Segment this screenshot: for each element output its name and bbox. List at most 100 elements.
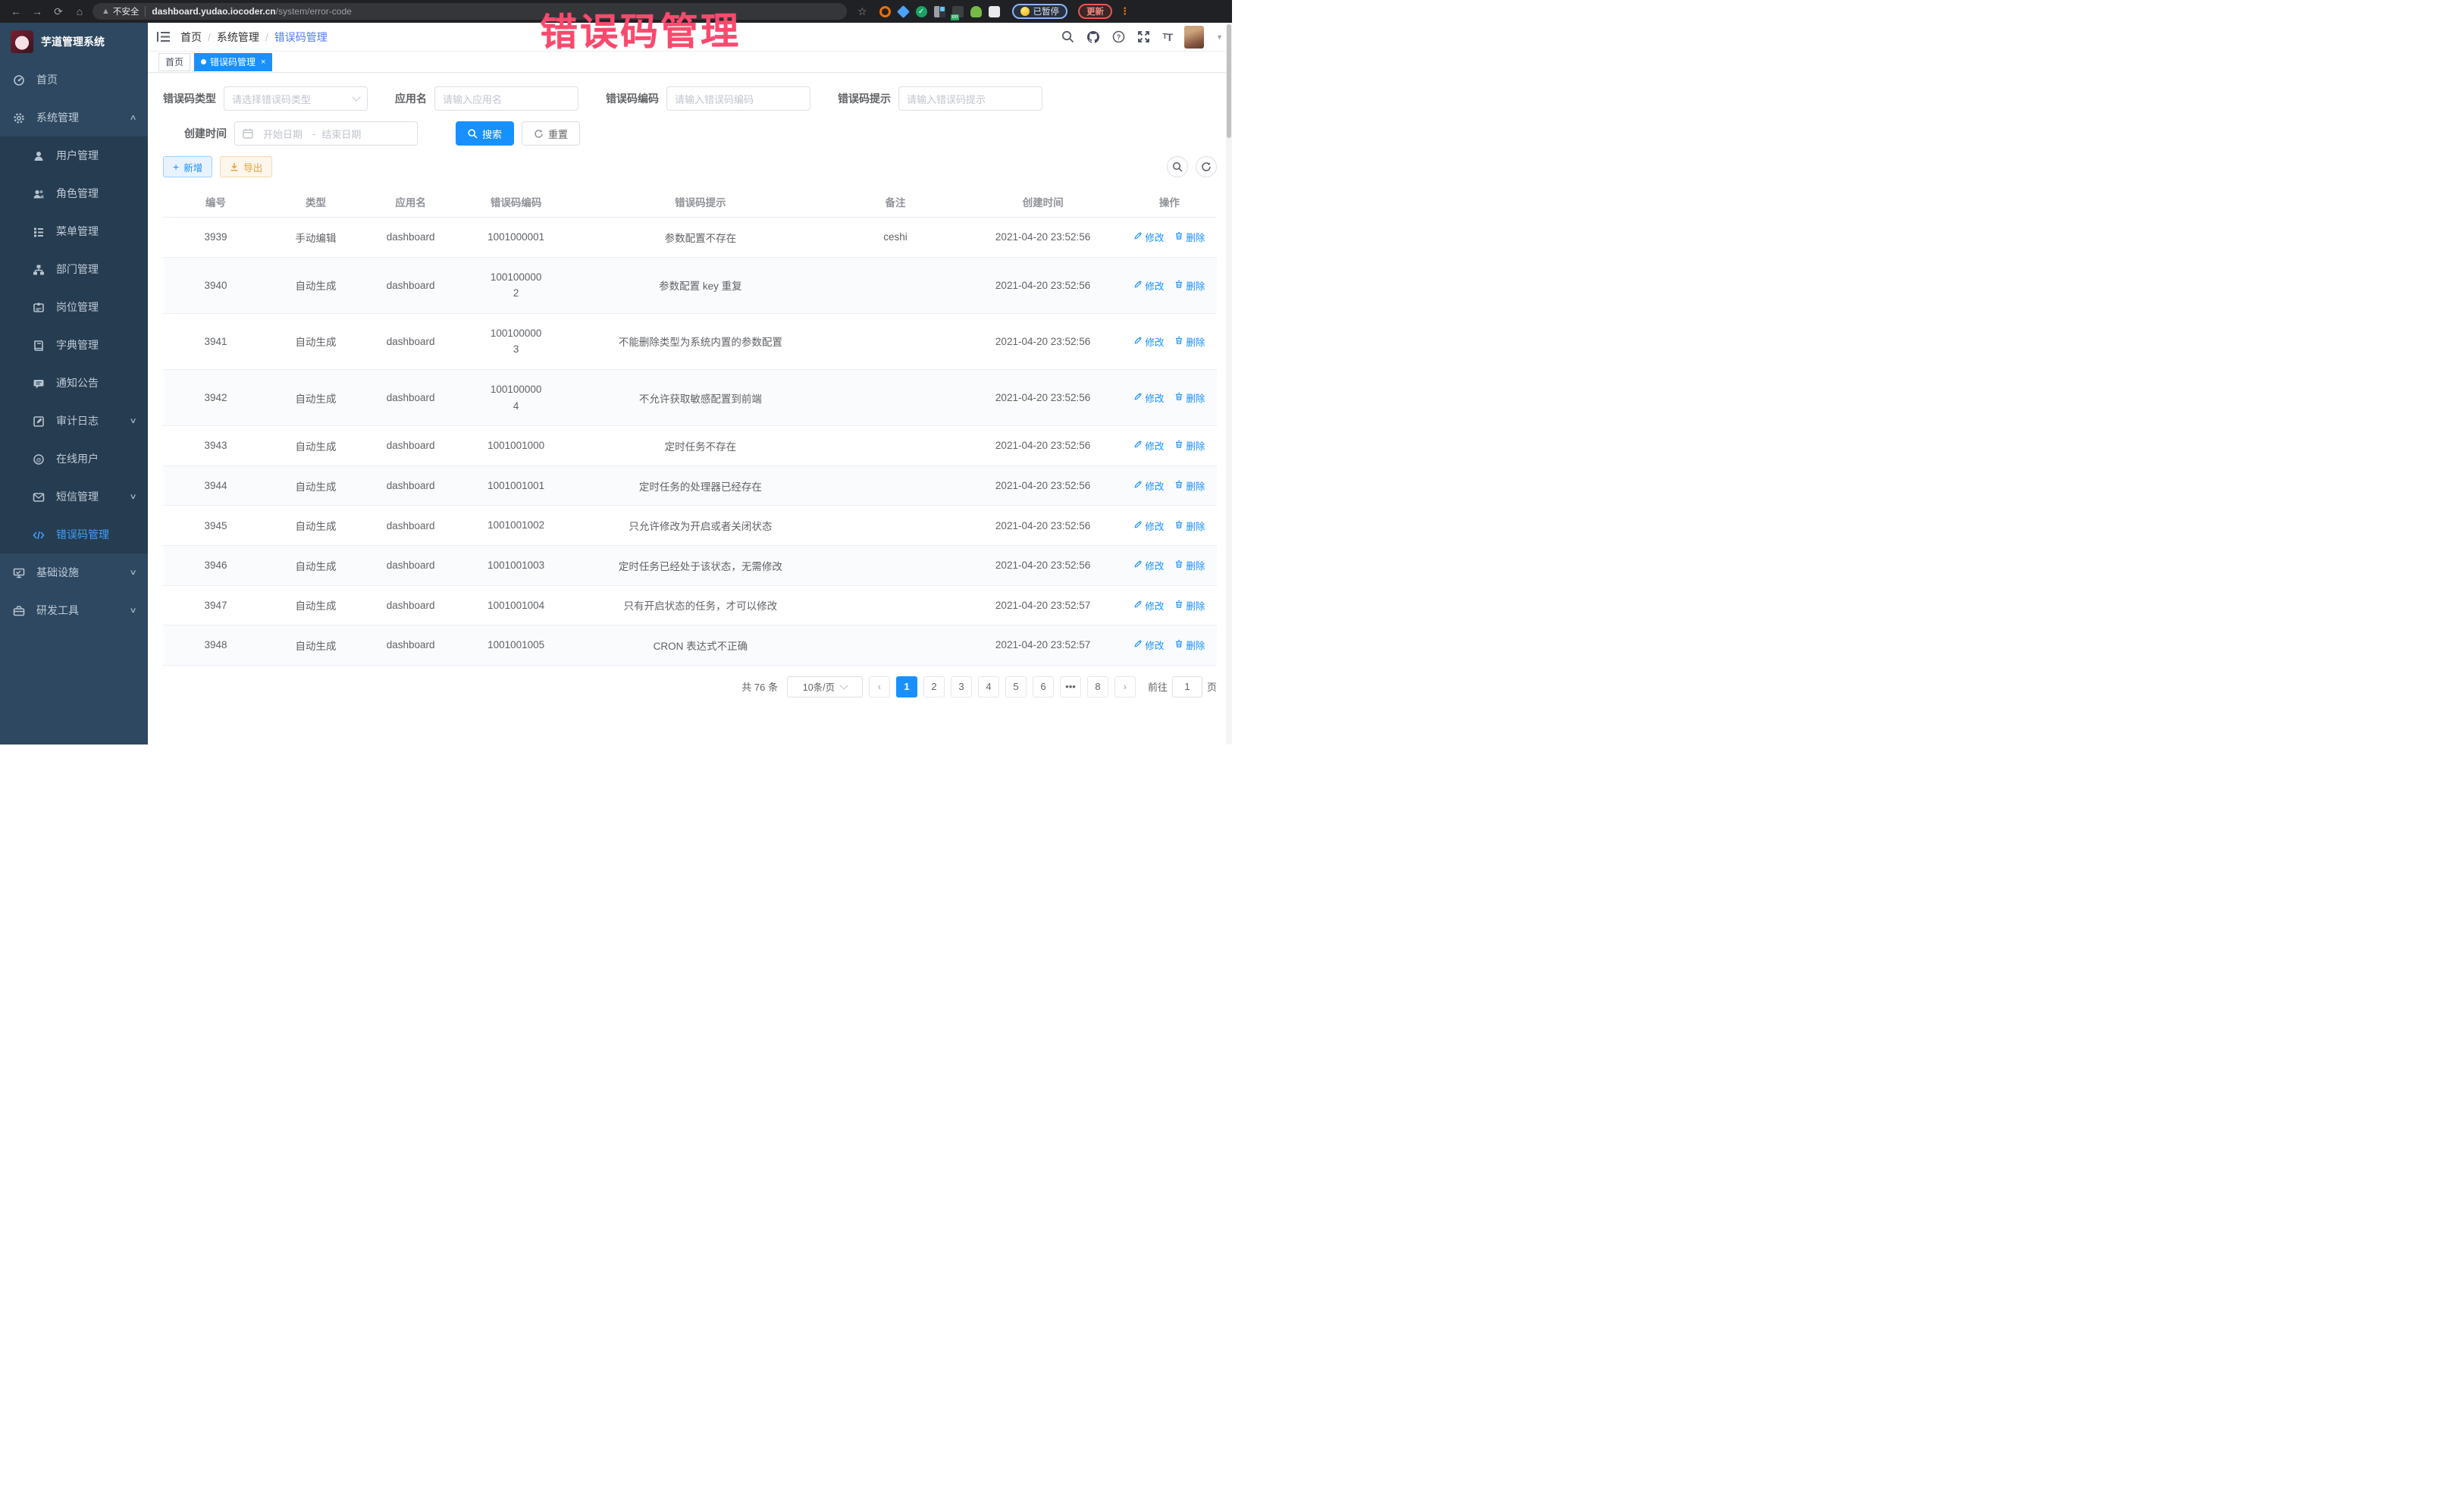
sidebar-item-审计日志[interactable]: 审计日志∨ xyxy=(0,402,148,440)
delete-link[interactable]: 删除 xyxy=(1174,519,1205,533)
bookmark-star-icon[interactable]: ☆ xyxy=(857,5,867,18)
select-错误码类型[interactable]: 请选择错误码类型 xyxy=(224,86,368,111)
search-icon[interactable] xyxy=(1061,30,1074,43)
edit-icon xyxy=(1133,560,1143,571)
end-date-placeholder[interactable]: 结束日期 xyxy=(321,127,361,141)
help-icon[interactable]: ? xyxy=(1112,30,1125,43)
page-scrollbar[interactable] xyxy=(1226,23,1232,744)
app-logo[interactable]: 芋道管理系统 xyxy=(0,23,148,61)
breadcrumb-item[interactable]: 系统管理 xyxy=(217,30,259,45)
page-button-8[interactable]: 8 xyxy=(1087,676,1108,697)
sidebar-item-研发工具[interactable]: 研发工具∨ xyxy=(0,591,148,629)
cell-id: 3945 xyxy=(163,506,268,546)
delete-link[interactable]: 删除 xyxy=(1174,390,1205,405)
edit-link[interactable]: 修改 xyxy=(1133,638,1164,652)
cell-actions: 修改删除 xyxy=(1122,426,1217,466)
delete-link[interactable]: 删除 xyxy=(1174,230,1205,244)
sidebar-item-首页[interactable]: 首页 xyxy=(0,61,148,99)
sidebar-item-系统管理[interactable]: 系统管理∧ xyxy=(0,99,148,136)
page-button-2[interactable]: 2 xyxy=(923,676,945,697)
start-date-placeholder[interactable]: 开始日期 xyxy=(259,127,306,141)
tab-首页[interactable]: 首页 xyxy=(158,53,190,71)
page-button-1[interactable]: 1 xyxy=(896,676,917,697)
edit-link[interactable]: 修改 xyxy=(1133,230,1164,244)
search-button[interactable]: 搜索 xyxy=(456,121,514,146)
orange-donut-extension-icon[interactable] xyxy=(879,6,891,17)
hamburger-icon[interactable] xyxy=(157,31,170,42)
input-错误码提示[interactable]: 请输入错误码提示 xyxy=(898,86,1042,111)
sidebar-item-角色管理[interactable]: 角色管理 xyxy=(0,174,148,212)
back-icon[interactable]: ← xyxy=(8,3,24,20)
edit-link[interactable]: 修改 xyxy=(1133,334,1164,349)
sidebar-item-部门管理[interactable]: 部门管理 xyxy=(0,250,148,288)
delete-link[interactable]: 删除 xyxy=(1174,438,1205,453)
delete-link[interactable]: 删除 xyxy=(1174,478,1205,493)
toggle-search-button[interactable] xyxy=(1167,156,1188,177)
cell-code: 1001001004 xyxy=(458,585,574,625)
export-button[interactable]: 导出 xyxy=(220,156,272,177)
goto-page-input[interactable]: 1 xyxy=(1172,676,1202,697)
prev-page-button[interactable]: ‹ xyxy=(869,676,890,697)
cell-message: CRON 表达式不正确 xyxy=(574,625,827,666)
next-page-button[interactable]: › xyxy=(1114,676,1136,697)
add-button[interactable]: +新增 xyxy=(163,156,212,177)
scrollbar-thumb[interactable] xyxy=(1227,24,1231,138)
breadcrumb-item[interactable]: 首页 xyxy=(180,30,202,45)
edit-link[interactable]: 修改 xyxy=(1133,598,1164,613)
delete-link[interactable]: 删除 xyxy=(1174,558,1205,572)
sidebar-item-基础设施[interactable]: 基础设施∨ xyxy=(0,553,148,591)
edit-link[interactable]: 修改 xyxy=(1133,438,1164,453)
forward-icon[interactable]: → xyxy=(29,3,45,20)
cell-app: dashboard xyxy=(363,585,458,625)
avatar[interactable] xyxy=(1184,26,1204,49)
page-size-select[interactable]: 10条/页 xyxy=(787,676,863,697)
not-secure-warning[interactable]: ▲不安全 xyxy=(102,5,139,17)
font-size-icon[interactable]: TT xyxy=(1162,31,1172,43)
home-icon[interactable]: ⌂ xyxy=(71,3,88,20)
edit-link[interactable]: 修改 xyxy=(1133,278,1164,293)
chrome-update-button[interactable]: 更新 xyxy=(1078,4,1112,19)
delete-link[interactable]: 删除 xyxy=(1174,334,1205,349)
dark-on-extension-icon[interactable] xyxy=(952,6,964,17)
reload-icon[interactable]: ⟳ xyxy=(50,3,67,20)
edit-link[interactable]: 修改 xyxy=(1133,519,1164,533)
tab-错误码管理[interactable]: 错误码管理× xyxy=(194,53,272,71)
green-key-extension-icon[interactable] xyxy=(970,6,982,17)
sidebar-item-短信管理[interactable]: 短信管理∨ xyxy=(0,478,148,516)
github-icon[interactable] xyxy=(1086,30,1100,44)
sidebar-item-岗位管理[interactable]: 岗位管理 xyxy=(0,288,148,326)
sidebar-item-字典管理[interactable]: 字典管理 xyxy=(0,326,148,364)
delete-link[interactable]: 删除 xyxy=(1174,278,1205,293)
reset-button[interactable]: 重置 xyxy=(522,121,580,146)
page-button-4[interactable]: 4 xyxy=(978,676,999,697)
sidebar-item-用户管理[interactable]: 用户管理 xyxy=(0,136,148,174)
paused-extension-pill[interactable]: 已暂停 xyxy=(1012,4,1068,19)
grid-extension-icon[interactable] xyxy=(934,6,945,17)
delete-link[interactable]: 删除 xyxy=(1174,638,1205,652)
fullscreen-icon[interactable] xyxy=(1137,30,1150,43)
address-bar[interactable]: ▲不安全 dashboard.yudao.iocoder.cn/system/e… xyxy=(92,3,847,20)
puzzle-extension-icon[interactable] xyxy=(989,6,1000,17)
sidebar-item-菜单管理[interactable]: 菜单管理 xyxy=(0,212,148,250)
sidebar-item-错误码管理[interactable]: 错误码管理 xyxy=(0,516,148,553)
close-icon[interactable]: × xyxy=(261,58,265,67)
caret-down-icon[interactable]: ▼ xyxy=(1216,33,1223,41)
sidebar-item-label: 首页 xyxy=(36,72,136,87)
more-pages-button[interactable]: ••• xyxy=(1060,676,1081,697)
sidebar-item-在线用户[interactable]: @在线用户 xyxy=(0,440,148,478)
page-button-3[interactable]: 3 xyxy=(951,676,972,697)
browser-menu-icon[interactable]: ⋮ xyxy=(1120,5,1130,17)
edit-link[interactable]: 修改 xyxy=(1133,478,1164,493)
date-range-picker[interactable]: 开始日期 - 结束日期 xyxy=(234,121,418,146)
blue-gem-extension-icon[interactable] xyxy=(897,5,910,18)
page-button-6[interactable]: 6 xyxy=(1033,676,1054,697)
input-错误码编码[interactable]: 请输入错误码编码 xyxy=(666,86,810,111)
sidebar-item-通知公告[interactable]: 通知公告 xyxy=(0,364,148,402)
page-button-5[interactable]: 5 xyxy=(1005,676,1027,697)
edit-link[interactable]: 修改 xyxy=(1133,390,1164,405)
refresh-table-button[interactable] xyxy=(1196,156,1217,177)
input-应用名[interactable]: 请输入应用名 xyxy=(434,86,578,111)
edit-link[interactable]: 修改 xyxy=(1133,558,1164,572)
green-check-extension-icon[interactable]: ✓ xyxy=(916,6,927,17)
delete-link[interactable]: 删除 xyxy=(1174,598,1205,613)
